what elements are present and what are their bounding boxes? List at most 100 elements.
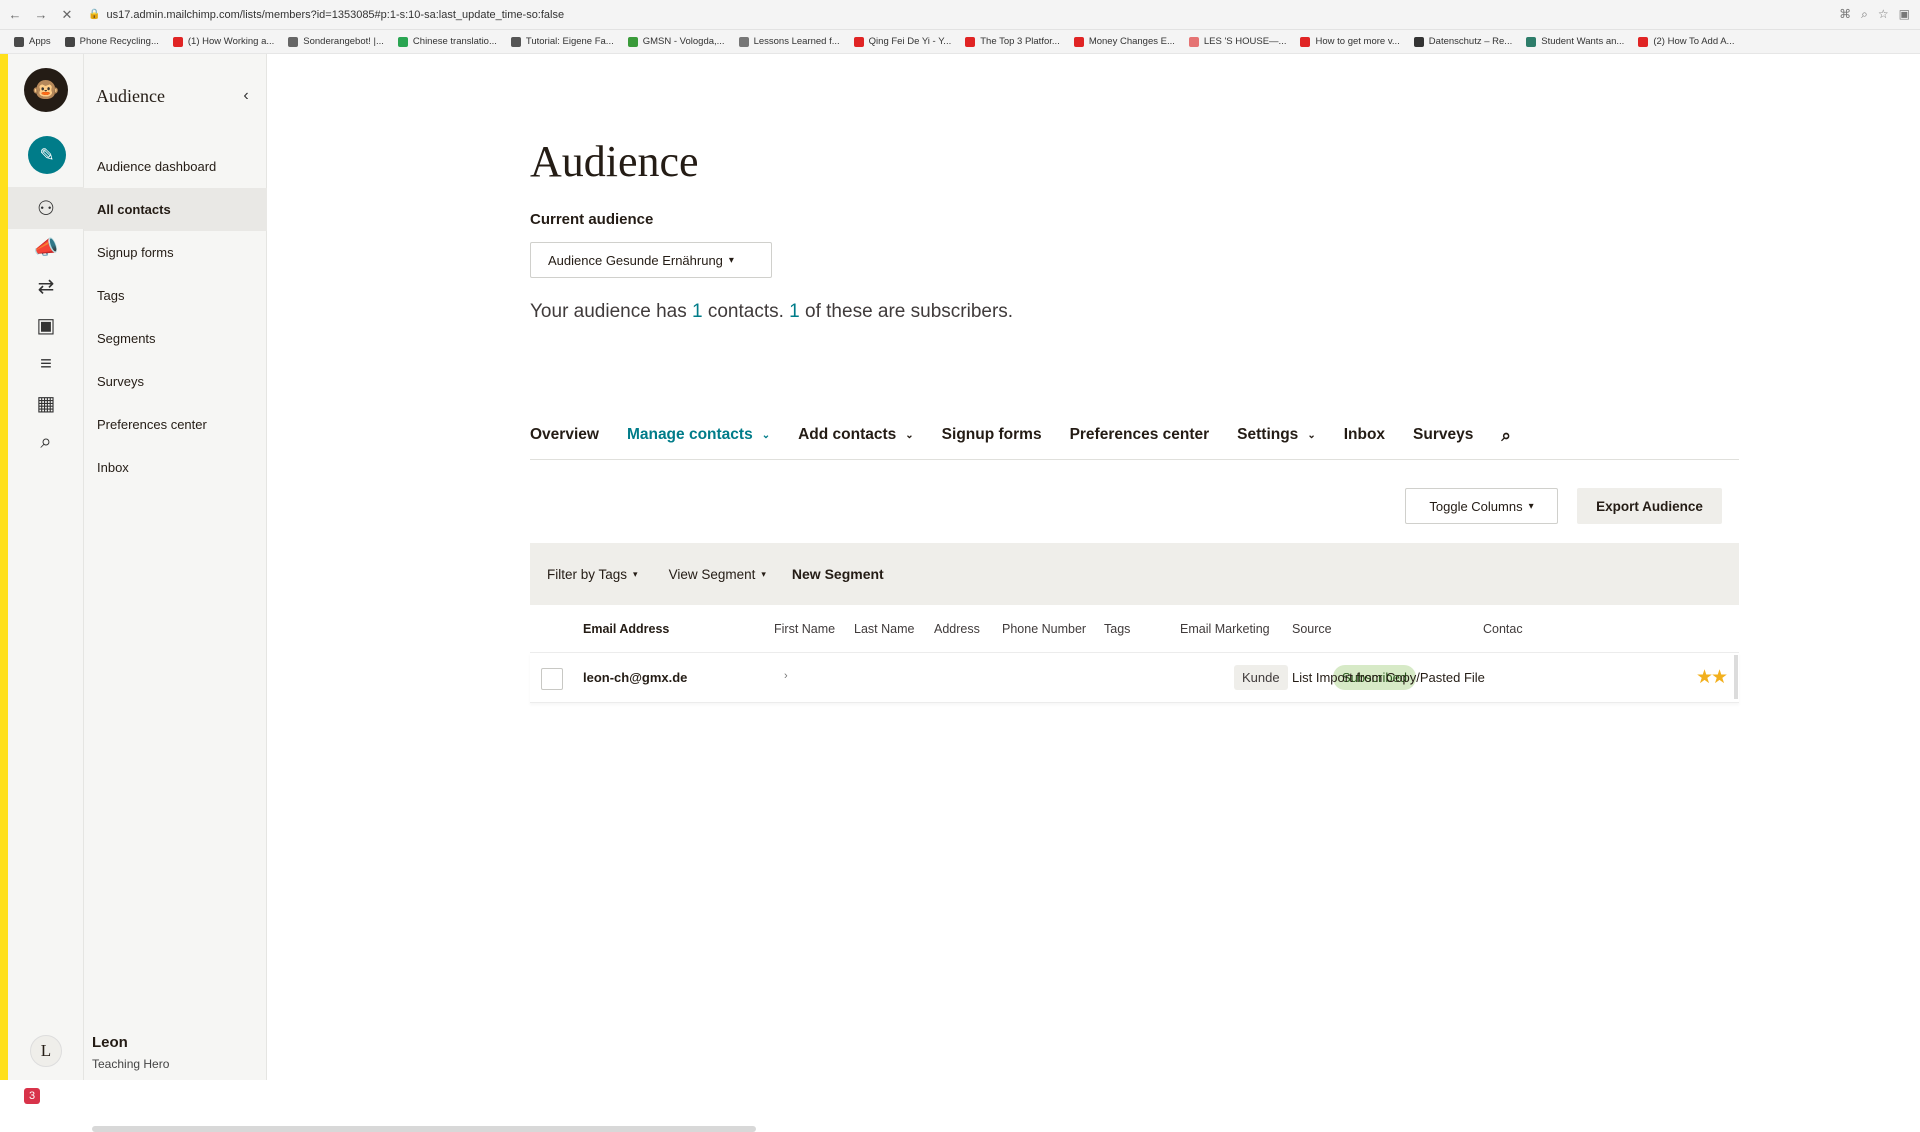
- translate-icon[interactable]: ⌘: [1839, 7, 1851, 22]
- chevron-down-icon: ⌄: [1307, 429, 1316, 441]
- chevron-down-icon: ▾: [761, 568, 766, 579]
- collapse-chevron-left-icon[interactable]: ‹: [234, 84, 258, 108]
- tab-overview[interactable]: Overview: [530, 426, 599, 444]
- summary-suffix: of these are subscribers.: [799, 301, 1014, 322]
- bookmark-item[interactable]: Money Changes E...: [1073, 36, 1175, 47]
- campaigns-icon[interactable]: 📣: [8, 226, 84, 268]
- sidebar-item-segments[interactable]: Segments: [84, 317, 267, 360]
- zoom-icon[interactable]: ⌕: [1861, 7, 1868, 22]
- bookmark-item[interactable]: Qing Fei De Yi - Y...: [853, 36, 952, 47]
- sidebar-item-signup-forms[interactable]: Signup forms: [84, 231, 267, 274]
- back-icon[interactable]: ←: [4, 4, 26, 26]
- sidebar-item-preferences-center[interactable]: Preferences center: [84, 403, 267, 446]
- sidebar-item-audience-dashboard[interactable]: Audience dashboard: [84, 145, 267, 188]
- column-first-name[interactable]: First Name: [774, 622, 835, 636]
- icon-rail: 🐵 ✎ ⚇ 📣 ⇄ ▣ ≡ ▦ ⌕ L 3: [8, 54, 84, 1104]
- filter-by-tags-label: Filter by Tags: [547, 566, 628, 582]
- table-scrollbar[interactable]: [1734, 655, 1738, 699]
- extension-icon[interactable]: ▣: [1899, 7, 1910, 22]
- column-contact-rating[interactable]: Contac: [1483, 622, 1523, 636]
- bookmark-favicon-icon: [510, 36, 521, 47]
- bookmark-item[interactable]: How to get more v...: [1300, 36, 1400, 47]
- bookmark-item[interactable]: (2) How To Add A...: [1638, 36, 1734, 47]
- forward-icon[interactable]: →: [30, 4, 52, 26]
- bookmark-label: Money Changes E...: [1088, 36, 1175, 47]
- bookmark-label: Qing Fei De Yi - Y...: [868, 36, 952, 47]
- sidebar-item-all-contacts[interactable]: All contacts: [84, 188, 267, 231]
- cell-email[interactable]: leon-ch@gmx.de: [583, 670, 687, 685]
- audience-summary: Your audience has 1 contacts. 1 of these…: [530, 301, 1013, 323]
- mailchimp-logo-icon[interactable]: 🐵: [24, 68, 68, 112]
- tab-label: Settings: [1237, 426, 1299, 443]
- create-pencil-icon[interactable]: ✎: [28, 136, 66, 174]
- filter-by-tags-dropdown[interactable]: Filter by Tags ▾: [547, 567, 638, 582]
- bookmark-favicon-icon: [1188, 36, 1199, 47]
- address-bar[interactable]: 🔒 us17.admin.mailchimp.com/lists/members…: [88, 4, 1839, 26]
- sidebar-item-inbox[interactable]: Inbox: [84, 446, 267, 489]
- cell-source: List Import from Copy/Pasted File: [1292, 670, 1485, 685]
- tab-settings[interactable]: Settings ⌄: [1237, 426, 1316, 444]
- column-address[interactable]: Address: [934, 622, 980, 636]
- tab-manage-contacts[interactable]: Manage contacts ⌄: [627, 426, 770, 444]
- website-icon[interactable]: ▣: [8, 304, 84, 346]
- column-email-address[interactable]: Email Address: [583, 622, 669, 636]
- bookmark-label: The Top 3 Platfor...: [980, 36, 1060, 47]
- bookmark-item[interactable]: (1) How Working a...: [172, 36, 274, 47]
- notification-badge: 3: [24, 1088, 40, 1104]
- tab-inbox[interactable]: Inbox: [1344, 426, 1385, 444]
- table-row[interactable]: leon-ch@gmx.de › Kunde Subscribed List I…: [530, 653, 1739, 703]
- bookmark-favicon-icon: [14, 36, 24, 47]
- bookmark-item[interactable]: LES 'S HOUSE—...: [1188, 36, 1286, 47]
- column-email-marketing[interactable]: Email Marketing: [1180, 622, 1270, 636]
- tab-preferences-center[interactable]: Preferences center: [1070, 426, 1210, 444]
- bookmark-item[interactable]: Chinese translatio...: [397, 36, 497, 47]
- search-icon[interactable]: ⌕: [8, 421, 84, 463]
- chevron-down-icon: ⌄: [905, 429, 914, 441]
- bookmark-item[interactable]: GMSN - Vologda,...: [627, 36, 725, 47]
- bookmark-item[interactable]: Datenschutz – Re...: [1413, 36, 1512, 47]
- bookmark-favicon-icon: [1638, 36, 1649, 47]
- automations-icon[interactable]: ⇄: [8, 265, 84, 307]
- tag-chip: Kunde: [1234, 665, 1288, 690]
- new-segment-button[interactable]: New Segment: [792, 566, 884, 582]
- tab-label: Overview: [530, 426, 599, 443]
- bookmark-item[interactable]: Apps: [14, 36, 51, 47]
- user-name[interactable]: Leon: [92, 1034, 128, 1051]
- content-icon[interactable]: ≡: [8, 343, 84, 385]
- search-icon[interactable]: ⌕: [1501, 426, 1511, 446]
- tab-label: Inbox: [1343, 426, 1386, 443]
- sidebar-item-surveys[interactable]: Surveys: [84, 360, 267, 403]
- bookmark-star-icon[interactable]: ☆: [1878, 7, 1889, 22]
- bookmark-item[interactable]: Phone Recycling...: [64, 36, 159, 47]
- bookmark-item[interactable]: Lessons Learned f...: [738, 36, 840, 47]
- row-expand-chevron-right-icon[interactable]: ›: [784, 670, 788, 682]
- column-source[interactable]: Source: [1292, 622, 1332, 636]
- row-checkbox[interactable]: [541, 668, 563, 690]
- bookmark-item[interactable]: Sonderangebot! |...: [288, 36, 384, 47]
- lock-icon: 🔒: [88, 9, 101, 20]
- column-phone-number[interactable]: Phone Number: [1002, 622, 1086, 636]
- horizontal-scrollbar[interactable]: [92, 1126, 756, 1132]
- bookmark-item[interactable]: Tutorial: Eigene Fa...: [510, 36, 614, 47]
- bookmark-favicon-icon: [1526, 36, 1537, 47]
- tab-signup-forms[interactable]: Signup forms: [942, 426, 1042, 444]
- bookmark-favicon-icon: [1300, 36, 1311, 47]
- audience-sidebar: Audience ‹ Audience dashboard All contact…: [84, 54, 756, 1132]
- avatar[interactable]: L: [30, 1035, 62, 1067]
- export-audience-button[interactable]: Export Audience: [1577, 488, 1722, 524]
- toggle-columns-button[interactable]: Toggle Columns ▾: [1405, 488, 1558, 524]
- tab-add-contacts[interactable]: Add contacts ⌄: [798, 426, 914, 444]
- view-segment-dropdown[interactable]: View Segment ▾: [669, 567, 766, 582]
- url-text[interactable]: us17.admin.mailchimp.com/lists/members?i…: [106, 9, 564, 21]
- column-last-name[interactable]: Last Name: [854, 622, 914, 636]
- audience-icon[interactable]: ⚇: [8, 187, 84, 229]
- sidebar-item-tags[interactable]: Tags: [84, 274, 267, 317]
- integrations-icon[interactable]: ▦: [8, 382, 84, 424]
- bookmark-label: Chinese translatio...: [412, 36, 497, 47]
- audience-select[interactable]: Audience Gesunde Ernährung ▾: [530, 242, 772, 278]
- bookmark-item[interactable]: Student Wants an...: [1526, 36, 1624, 47]
- tab-surveys[interactable]: Surveys: [1413, 426, 1473, 444]
- reload-icon[interactable]: ✕: [56, 4, 78, 26]
- column-tags[interactable]: Tags: [1104, 622, 1130, 636]
- bookmark-item[interactable]: The Top 3 Platfor...: [965, 36, 1060, 47]
